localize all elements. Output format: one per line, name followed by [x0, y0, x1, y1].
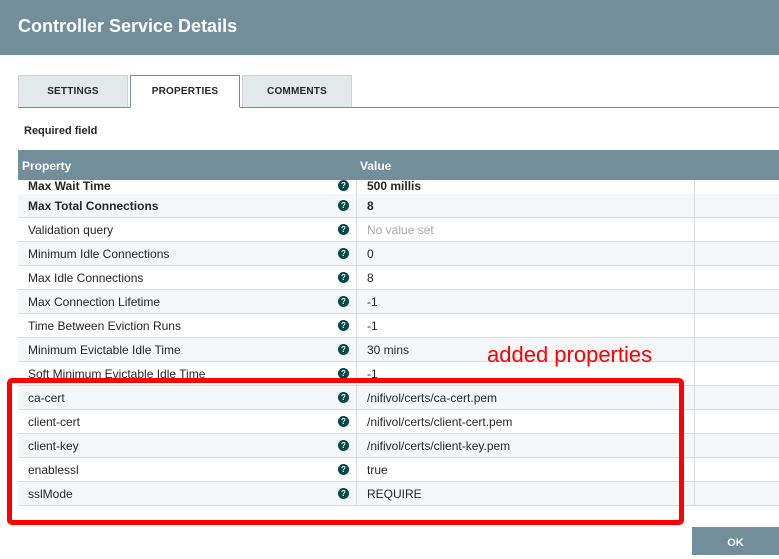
property-name: Max Wait Time [28, 180, 111, 193]
column-divider [356, 242, 357, 266]
question-circle-icon[interactable]: ? [338, 248, 349, 259]
column-divider [694, 194, 695, 218]
tab-settings[interactable]: SETTINGS [18, 75, 128, 107]
tab-comments[interactable]: COMMENTS [242, 75, 352, 107]
tab-properties[interactable]: PROPERTIES [130, 75, 240, 108]
column-divider [694, 242, 695, 266]
column-header-value[interactable]: Value [360, 159, 391, 173]
column-divider [356, 290, 357, 314]
property-value[interactable]: -1 [367, 295, 378, 309]
column-divider [694, 314, 695, 338]
property-name: Max Total Connections [28, 199, 159, 213]
property-value[interactable]: 30 mins [367, 343, 409, 357]
question-circle-icon[interactable]: ? [338, 272, 349, 283]
column-divider [694, 386, 695, 410]
table-row[interactable]: Max Total Connections ? 8 [18, 194, 779, 218]
required-field-label: Required field [24, 125, 98, 137]
column-divider [694, 410, 695, 434]
property-name: Validation query [28, 223, 114, 237]
annotation-label: added properties [487, 342, 653, 367]
question-circle-icon[interactable]: ? [338, 344, 349, 355]
property-value[interactable]: No value set [367, 223, 434, 237]
column-divider [356, 314, 357, 338]
property-name: Minimum Idle Connections [28, 247, 170, 261]
column-divider [356, 338, 357, 362]
question-circle-icon[interactable]: ? [338, 224, 349, 235]
column-header-property[interactable]: Property [22, 159, 71, 173]
tab-bar: SETTINGS PROPERTIES COMMENTS [18, 75, 779, 108]
column-divider [356, 194, 357, 218]
table-row[interactable]: Minimum Idle Connections ? 0 [18, 242, 779, 266]
column-divider [694, 458, 695, 482]
dialog-title: Controller Service Details [18, 16, 238, 36]
question-circle-icon[interactable]: ? [338, 200, 349, 211]
question-circle-icon[interactable]: ? [338, 296, 349, 307]
annotation-highlight-box [7, 378, 684, 525]
column-divider [356, 266, 357, 290]
column-divider [694, 290, 695, 314]
column-divider [694, 482, 695, 506]
table-row[interactable]: Minimum Evictable Idle Time ? 30 mins [18, 338, 779, 362]
column-divider [694, 218, 695, 242]
column-divider [694, 266, 695, 290]
column-divider [356, 218, 357, 242]
question-circle-icon[interactable]: ? [338, 180, 349, 191]
table-row[interactable]: Time Between Eviction Runs ? -1 [18, 314, 779, 338]
property-name: Time Between Eviction Runs [28, 319, 181, 333]
property-name: Max Connection Lifetime [28, 295, 161, 309]
property-value[interactable]: -1 [367, 319, 378, 333]
property-value[interactable]: 500 millis [367, 180, 421, 193]
property-name: Max Idle Connections [28, 271, 144, 285]
question-circle-icon[interactable]: ? [338, 320, 349, 331]
property-value[interactable]: 0 [367, 247, 374, 261]
table-row[interactable]: Max Idle Connections ? 8 [18, 266, 779, 290]
dialog-header: Controller Service Details [0, 0, 779, 55]
property-grid-header: Property Value [18, 150, 779, 180]
table-row[interactable]: Max Connection Lifetime ? -1 [18, 290, 779, 314]
property-value[interactable]: 8 [367, 271, 374, 285]
column-divider [694, 338, 695, 362]
ok-button[interactable]: OK [692, 527, 779, 555]
table-row[interactable]: Validation query ? No value set [18, 218, 779, 242]
property-value[interactable]: 8 [367, 199, 374, 213]
property-name: Minimum Evictable Idle Time [28, 343, 181, 357]
column-divider [694, 362, 695, 386]
column-divider [694, 434, 695, 458]
